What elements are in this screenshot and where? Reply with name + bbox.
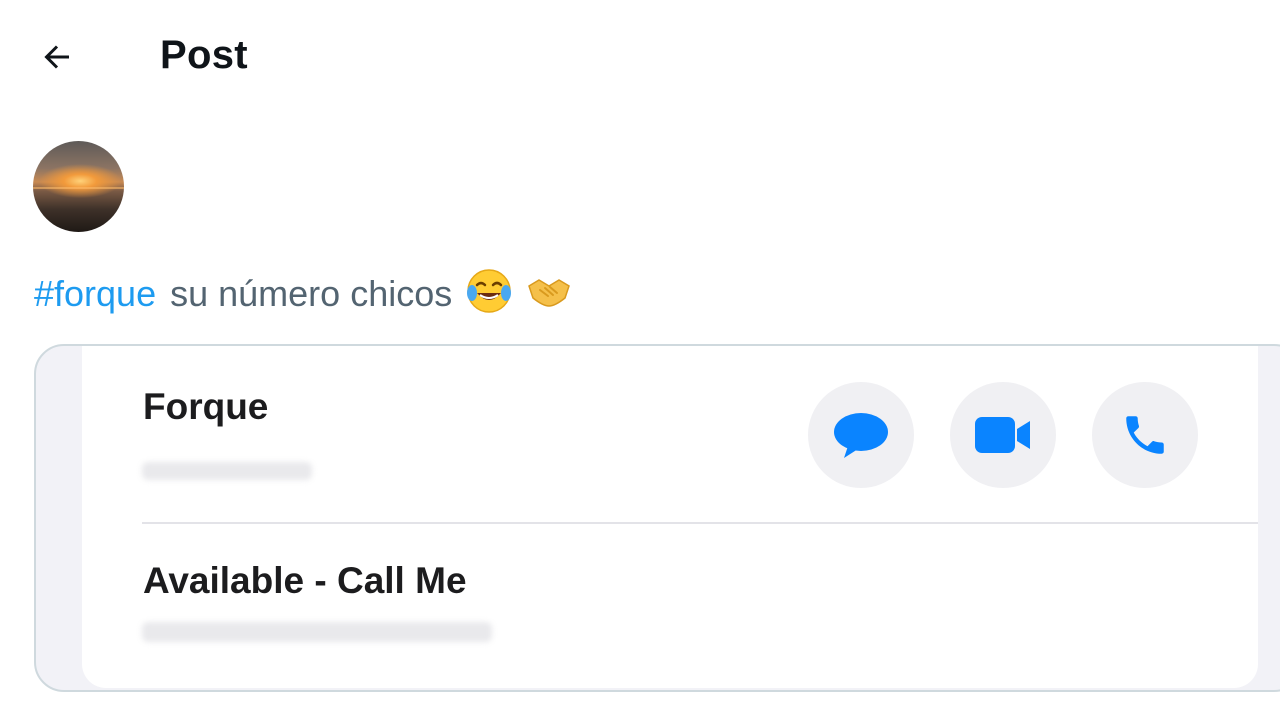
voice-call-button[interactable] bbox=[1092, 382, 1198, 488]
page-title: Post bbox=[160, 33, 248, 77]
contact-sheet: Forque Available - Call Me bbox=[82, 346, 1258, 688]
face-with-tears-of-joy-icon bbox=[467, 269, 512, 313]
contact-name: Forque bbox=[143, 386, 269, 427]
back-button[interactable] bbox=[30, 30, 84, 84]
handshake-icon bbox=[528, 279, 571, 307]
blurred-number bbox=[142, 462, 312, 480]
top-bar: Post bbox=[0, 0, 1280, 112]
card-divider bbox=[142, 522, 1258, 524]
phone-icon bbox=[1126, 416, 1164, 454]
contact-status: Available - Call Me bbox=[143, 560, 467, 601]
post-text: #forque su número chicos bbox=[34, 268, 572, 317]
avatar-horizon bbox=[33, 187, 124, 189]
video-call-button[interactable] bbox=[950, 382, 1056, 488]
video-camera-icon bbox=[975, 417, 1030, 453]
arrow-left-icon bbox=[44, 45, 69, 69]
avatar[interactable] bbox=[33, 141, 124, 232]
post-body-text: su número chicos bbox=[170, 273, 453, 314]
message-button[interactable] bbox=[808, 382, 914, 488]
message-bubble-icon bbox=[834, 413, 888, 458]
hashtag-link[interactable]: #forque bbox=[34, 273, 156, 314]
media-card[interactable]: Forque Available - Call Me bbox=[34, 344, 1280, 692]
blurred-subtitle bbox=[142, 622, 492, 642]
